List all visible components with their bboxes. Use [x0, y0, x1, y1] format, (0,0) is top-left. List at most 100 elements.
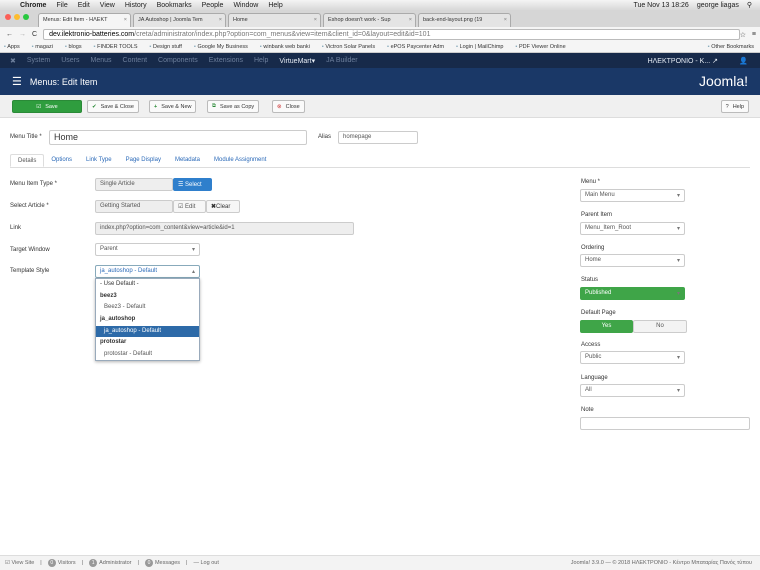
menu-help[interactable]: Help	[268, 2, 282, 9]
save-button[interactable]: ☑ Save	[12, 100, 82, 113]
back-icon[interactable]: ←	[6, 31, 13, 38]
label: Select	[185, 182, 202, 188]
forward-icon[interactable]: →	[19, 31, 26, 38]
tab-back-end-layout[interactable]: back-end-layout.png (19 ×	[418, 13, 511, 27]
label: Visitors	[57, 560, 76, 566]
nav-components[interactable]: Components	[158, 57, 198, 64]
copy-icon: ⧉	[212, 103, 216, 109]
menu-history[interactable]: History	[125, 2, 147, 9]
clock[interactable]: Tue Nov 13 18:26	[633, 2, 688, 9]
administrator-link[interactable]: 1 Administrator	[89, 559, 132, 567]
default-yes-button[interactable]: Yes	[580, 320, 633, 333]
visitors-link[interactable]: 0 Visitors	[47, 559, 76, 567]
menu-icon[interactable]: ≡	[752, 31, 756, 38]
template-option[interactable]: - Use Default -	[96, 279, 199, 291]
bookmark[interactable]: FINDER TOOLS	[94, 44, 137, 50]
bookmark[interactable]: Apps	[4, 44, 20, 50]
alias-input[interactable]: homepage	[338, 131, 418, 144]
view-site-link[interactable]: ☑ View Site	[5, 560, 34, 566]
other-bookmarks[interactable]: Other Bookmarks	[708, 44, 754, 50]
menu-select[interactable]: Main Menu	[580, 189, 685, 202]
ordering-select[interactable]: Home	[580, 254, 685, 267]
save-close-button[interactable]: ✔ Save & Close	[87, 100, 139, 113]
select-type-button[interactable]: ☰ Select	[173, 178, 212, 191]
title-input[interactable]: Home	[49, 130, 307, 145]
menu-window[interactable]: Window	[233, 2, 258, 9]
access-select[interactable]: Public	[580, 351, 685, 364]
type-label: Menu Item Type *	[10, 181, 57, 187]
language-select[interactable]: All	[580, 384, 685, 397]
close-icon[interactable]: ×	[124, 17, 127, 23]
status-select[interactable]: Published	[580, 287, 685, 300]
nav-virtuemart[interactable]: VirtueMart▾	[279, 57, 315, 65]
bookmark[interactable]: Login | MailChimp	[456, 44, 504, 50]
option-group: ja_autoshop	[100, 316, 136, 323]
admin-badge: 1	[89, 559, 98, 567]
bookmark[interactable]: Design stuff	[150, 44, 182, 50]
star-icon[interactable]: ☆	[740, 31, 746, 39]
menu-people[interactable]: People	[202, 2, 224, 9]
menu-edit[interactable]: Edit	[78, 2, 90, 9]
nav-site-link[interactable]: ΗΛΕΚΤΡΟΝΙΟ - K... ↗	[648, 57, 718, 65]
template-select[interactable]: ja_autoshop - Default ▴	[95, 265, 200, 278]
bookmark[interactable]: ePOS Paycenter Adm	[387, 44, 445, 50]
note-input[interactable]	[580, 417, 750, 430]
nav-ja-builder[interactable]: JA Builder	[326, 57, 358, 64]
save-new-button[interactable]: + Save & New	[149, 100, 197, 113]
user-name[interactable]: george liagas	[697, 2, 739, 9]
help-button[interactable]: ? Help	[720, 100, 749, 113]
tab-ja-autoshop[interactable]: JA Autoshop | Joomla Tem ×	[133, 13, 226, 27]
target-select[interactable]: Parent	[95, 243, 200, 256]
tab-home[interactable]: Home ×	[228, 13, 321, 27]
bookmark[interactable]: Victron Solar Panels	[322, 44, 375, 50]
nav-help[interactable]: Help	[254, 57, 268, 64]
close-icon[interactable]: ×	[504, 17, 507, 23]
template-option[interactable]: Beez3 - Default	[96, 302, 199, 314]
tab-menus-edit[interactable]: Menus: Edit Item - ΗΛΕΚΤ ×	[38, 13, 131, 27]
close-icon[interactable]: ×	[409, 17, 412, 23]
save-copy-button[interactable]: ⧉ Save as Copy	[207, 100, 260, 113]
tab-metadata[interactable]: Metadata	[168, 154, 207, 167]
reload-icon[interactable]: C	[32, 31, 37, 38]
messages-link[interactable]: 0 Messages	[144, 559, 180, 567]
user-icon[interactable]: 👤	[739, 57, 748, 65]
menu-file[interactable]: File	[56, 2, 67, 9]
parent-select[interactable]: Menu_Item_Root	[580, 222, 685, 235]
close-icon[interactable]: ×	[314, 17, 317, 23]
template-option[interactable]: protostar - Default	[96, 349, 199, 361]
option-group: protostar	[100, 339, 127, 346]
bookmark[interactable]: winbank web banki	[260, 44, 309, 50]
tab-module-assignment[interactable]: Module Assignment	[207, 154, 273, 167]
menu-bookmarks[interactable]: Bookmarks	[157, 2, 192, 9]
url-input[interactable]: dev.ilektronio-batteries.com/creta/admin…	[43, 29, 740, 40]
bookmark[interactable]: PDF Viewer Online	[515, 44, 566, 50]
edit-article-button[interactable]: ☑ Edit	[173, 200, 206, 213]
clear-article-button[interactable]: ✖Clear	[206, 200, 240, 213]
nav-system[interactable]: System	[27, 57, 50, 64]
menu-view[interactable]: View	[100, 2, 115, 9]
parent-label: Parent Item	[581, 212, 613, 218]
nav-users[interactable]: Users	[61, 57, 79, 64]
template-option[interactable]: ja_autoshop - Default	[96, 325, 199, 338]
nav-content[interactable]: Content	[123, 57, 148, 64]
app-menu[interactable]: Chrome	[20, 2, 46, 9]
status-label: Status	[581, 277, 599, 283]
joomla-icon[interactable]: ✖	[10, 57, 16, 65]
tab-title: Eshop doesn't work - Sup	[328, 17, 391, 23]
spotlight-icon[interactable]: ⚲	[747, 1, 752, 9]
bookmark[interactable]: blogs	[65, 44, 81, 50]
tab-options[interactable]: Options	[44, 154, 79, 167]
tab-link-type[interactable]: Link Type	[79, 154, 119, 167]
tab-eshop[interactable]: Eshop doesn't work - Sup ×	[323, 13, 416, 27]
tab-details[interactable]: Details	[10, 154, 45, 167]
window-controls[interactable]	[5, 14, 29, 20]
close-button[interactable]: ⊗ Close	[272, 100, 305, 113]
close-icon[interactable]: ×	[219, 17, 222, 23]
nav-extensions[interactable]: Extensions	[209, 57, 243, 64]
bookmark[interactable]: Google My Business	[194, 44, 247, 50]
default-no-button[interactable]: No	[633, 320, 687, 333]
nav-menus[interactable]: Menus	[91, 57, 112, 64]
logout-link[interactable]: — Log out	[193, 560, 218, 566]
tab-page-display[interactable]: Page Display	[119, 154, 168, 167]
bookmark[interactable]: magazi	[32, 44, 53, 50]
